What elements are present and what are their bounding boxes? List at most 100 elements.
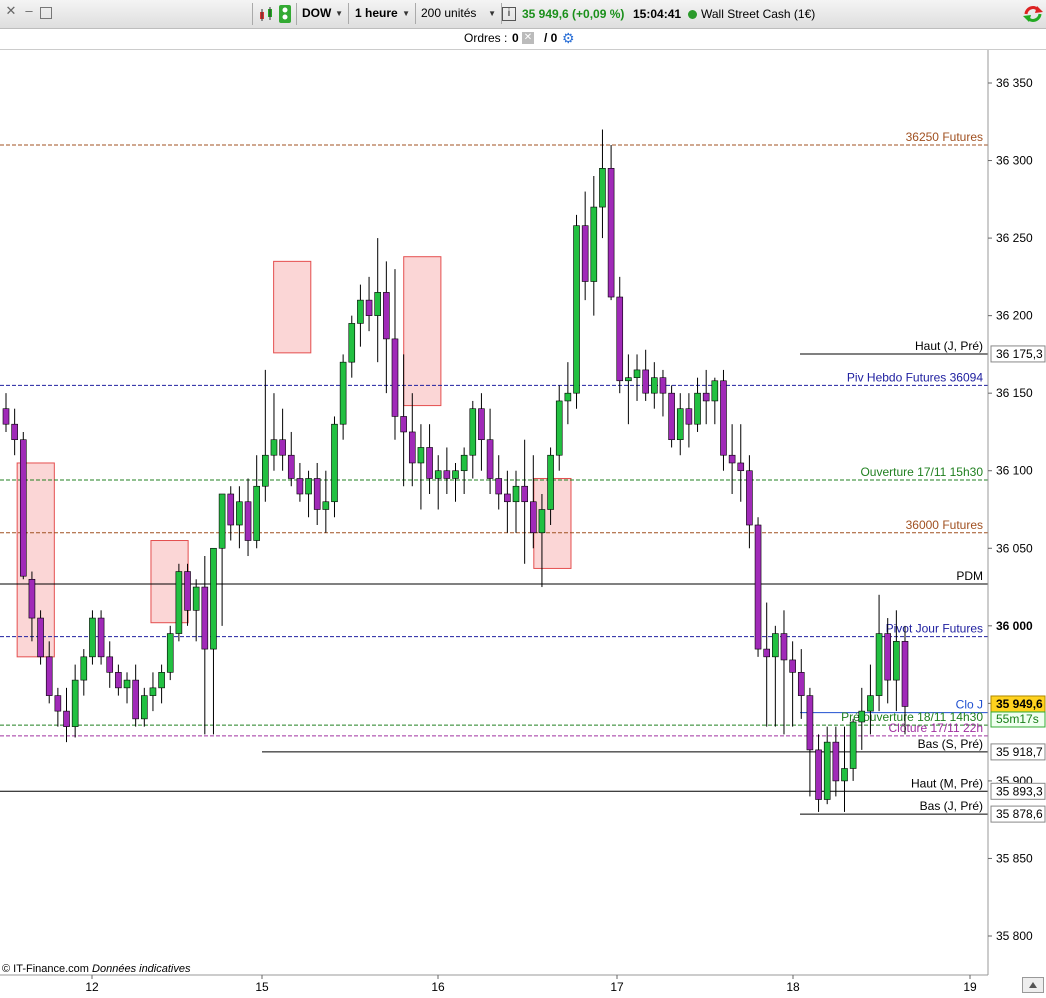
instrument-name: Wall Street Cash (1€) <box>701 7 816 21</box>
candle-body <box>227 493 235 526</box>
level-label: Haut (J, Pré) <box>915 339 983 353</box>
candle-body <box>391 338 399 417</box>
symbol-dropdown[interactable]: DOW ▼ <box>296 3 349 24</box>
y-tick-label: 36 350 <box>996 76 1033 90</box>
level-price-tag-text: 36 175,3 <box>996 347 1043 361</box>
candle-body <box>452 470 459 479</box>
candlestick-chart-icon[interactable] <box>258 6 274 25</box>
candle-body <box>132 679 139 720</box>
candle-body <box>313 478 321 510</box>
x-tick-label: 18 <box>786 980 800 994</box>
y-tick-label: 36 300 <box>996 154 1033 168</box>
level-label: Haut (M, Pré) <box>911 776 983 790</box>
candle-body <box>37 617 44 658</box>
candle-body <box>210 547 217 650</box>
settings-gear-icon[interactable]: ⚙ <box>562 31 575 45</box>
candle-body <box>590 206 598 282</box>
candle-body <box>11 423 18 441</box>
candle-body <box>521 485 528 503</box>
candle-body <box>408 431 416 464</box>
clock-time: 15:04:41 <box>633 7 682 21</box>
minimize-window-icon[interactable]: – <box>22 4 36 18</box>
candle-body <box>599 168 606 208</box>
price-chart[interactable]: 36250 Futures Haut (J, Pré) Piv Hebdo Futu… <box>0 50 1046 995</box>
candle-body <box>28 578 36 619</box>
x-tick-label: 19 <box>963 980 977 994</box>
candle-body <box>867 695 874 712</box>
level-label: Bas (J, Pré) <box>920 799 983 813</box>
x-tick-label: 16 <box>431 980 445 994</box>
candle-body <box>296 478 304 495</box>
candle-body <box>175 571 183 634</box>
level-label: Piv Hebdo Futures 36094 <box>847 370 983 384</box>
timeframe-label: 1 heure <box>355 6 398 20</box>
candle-body <box>841 768 848 782</box>
candle-body <box>564 392 572 402</box>
candle-body <box>884 633 892 681</box>
expand-panel-icon[interactable] <box>1022 977 1044 993</box>
candle-body <box>789 659 796 673</box>
cancel-orders-icon[interactable]: ✕ <box>522 32 534 44</box>
disclaimer-text: Données indicatives <box>92 963 191 975</box>
y-tick-label: 36 100 <box>996 464 1033 478</box>
candle-body <box>97 617 105 658</box>
candle-body <box>417 447 425 464</box>
units-label: 200 unités <box>421 6 477 20</box>
y-tick-label: 35 800 <box>996 929 1033 943</box>
market-open-status-icon <box>688 10 697 19</box>
candle-body <box>270 439 278 456</box>
refresh-icon[interactable] <box>1022 4 1044 27</box>
level-label: PDM <box>956 569 983 583</box>
candle-body <box>529 501 537 534</box>
candle-body <box>400 416 407 433</box>
zone-rect <box>403 256 442 407</box>
candle-body <box>832 741 840 782</box>
level-price-tag-text: 35 893,3 <box>996 784 1043 798</box>
x-tick-label: 15 <box>255 980 269 994</box>
candle-body <box>339 361 347 425</box>
candle-body <box>71 679 79 727</box>
level-price-tag-text: 35 878,6 <box>996 807 1043 821</box>
candle-body <box>287 454 295 479</box>
candle-body <box>469 408 477 456</box>
info-icon[interactable]: i <box>502 7 516 21</box>
candle-body <box>858 710 866 723</box>
units-dropdown[interactable]: 200 unités ▼ <box>415 3 502 24</box>
candle-body <box>80 656 88 681</box>
candle-body <box>875 633 883 696</box>
candle-body <box>754 524 762 650</box>
maximize-window-icon[interactable] <box>40 7 52 19</box>
candle-body <box>244 501 252 541</box>
candle-body <box>63 710 70 727</box>
y-tick-label: 35 850 <box>996 851 1033 865</box>
candle-body <box>573 225 580 394</box>
level-label: Bas (S, Pré) <box>918 737 983 751</box>
candle-body <box>89 617 96 658</box>
candle-body <box>676 408 684 441</box>
candle-body <box>581 225 589 282</box>
candle-body <box>607 168 615 298</box>
candle-body <box>849 721 857 769</box>
candle-body <box>2 408 10 425</box>
candle-body <box>685 408 693 425</box>
timeframe-dropdown[interactable]: 1 heure ▼ <box>349 3 416 24</box>
candle-body <box>772 633 779 658</box>
candle-body <box>166 633 174 673</box>
candle-body <box>106 656 114 673</box>
candle-body <box>149 687 157 696</box>
candle-body <box>797 672 805 696</box>
candle-body <box>305 478 312 495</box>
candle-body <box>478 408 485 441</box>
candle-body <box>486 439 494 479</box>
positions-count: / 0 <box>544 31 558 45</box>
candle-body <box>668 392 675 441</box>
candle-body <box>495 478 503 495</box>
candle-body <box>184 571 191 611</box>
candles <box>2 129 909 812</box>
level-label: Ouverture 17/11 15h30 <box>860 465 983 479</box>
candle-body <box>279 439 286 456</box>
candle-body <box>115 672 122 689</box>
close-window-icon[interactable]: ✕ <box>4 4 18 18</box>
candle-body <box>893 641 900 681</box>
indicator-icon[interactable] <box>278 4 292 27</box>
